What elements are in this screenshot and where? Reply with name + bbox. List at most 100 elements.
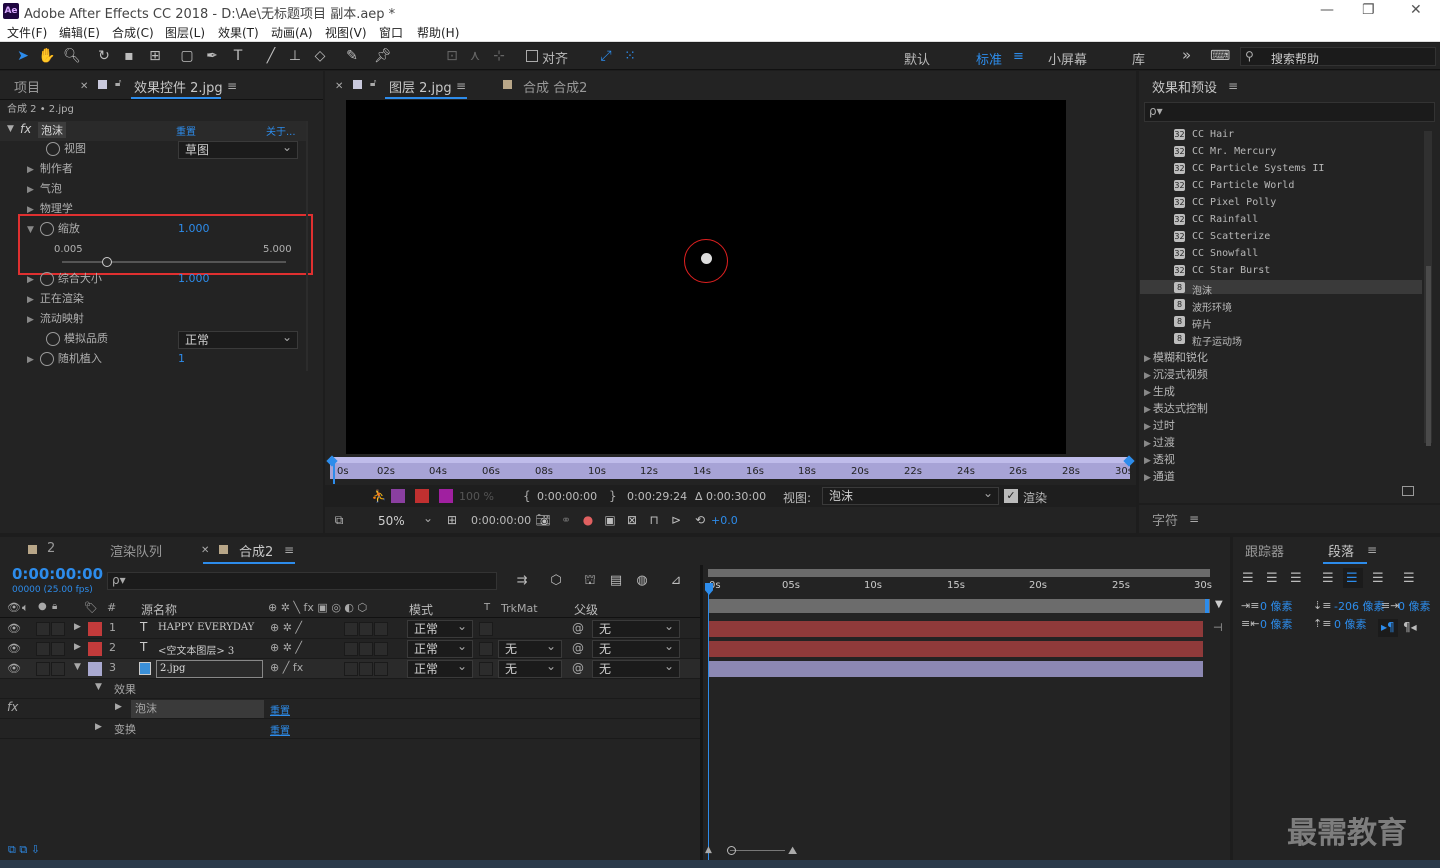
effect-name[interactable]: 泡沫	[38, 122, 66, 138]
solo-box[interactable]	[36, 662, 50, 676]
layer-switches[interactable]: ⊕ ✲ ╱	[270, 641, 302, 654]
stopwatch-icon[interactable]	[39, 352, 54, 366]
space-after-value[interactable]: 0 像素	[1334, 616, 1367, 632]
close-button[interactable]: ✕	[1410, 2, 1422, 18]
collapse-triangle-icon[interactable]: ▼	[74, 662, 81, 672]
playhead-line[interactable]	[708, 593, 709, 860]
preserve-transparency-box[interactable]	[479, 662, 493, 676]
expand-triangle-icon[interactable]: ▶	[74, 622, 81, 632]
solo-switch-icon[interactable]: ●	[38, 601, 47, 612]
transparency-toggle-icon[interactable]	[415, 489, 429, 503]
stopwatch-icon[interactable]	[46, 332, 60, 346]
preserve-transparency-box[interactable]	[479, 622, 493, 636]
menu-composition[interactable]: 合成(C)	[112, 24, 154, 41]
work-area-bar[interactable]	[330, 457, 1130, 463]
zoom-tool-icon[interactable]: 🔍︎	[63, 47, 81, 65]
view-dropdown[interactable]: 草图	[178, 139, 298, 159]
expand-triangle-icon[interactable]: ▶	[95, 722, 102, 732]
search-help-input[interactable]: ⚲ 搜索帮助	[1240, 47, 1436, 66]
snap-icon[interactable]: ⤢	[597, 47, 615, 65]
character-title[interactable]: 字符	[1152, 510, 1178, 529]
comp-mini-flowchart-icon[interactable]: ⇉	[513, 572, 531, 590]
switches-icons[interactable]: ⊕ ✲ ╲ fx ▣ ◎ ◐ ⬡	[268, 601, 367, 614]
viewer-canvas[interactable]	[346, 100, 1066, 454]
menu-view[interactable]: 视图(V)	[325, 24, 367, 41]
tab-layer[interactable]: 图层 2.jpg	[389, 77, 452, 96]
sync-settings-icon[interactable]: ⌨	[1210, 47, 1230, 65]
timeline-zoom-thumb[interactable]	[727, 846, 736, 855]
transform-reset-link[interactable]: 重置	[270, 722, 290, 737]
timeline-splitter[interactable]	[700, 565, 703, 860]
menu-edit[interactable]: 编辑(E)	[59, 24, 100, 41]
snapshot-icon[interactable]: 📷︎	[534, 511, 552, 529]
first-line-value[interactable]: 0 像素	[1398, 598, 1431, 614]
view-select[interactable]: 泡沫	[822, 485, 999, 505]
layer-1-bar[interactable]	[708, 621, 1203, 637]
effect-category[interactable]: ▶ 通道	[1144, 468, 1175, 484]
tab-tracker[interactable]: 跟踪器	[1245, 541, 1284, 560]
layer-mode-dropdown[interactable]: 正常	[407, 618, 473, 638]
layer-3-bar[interactable]	[708, 661, 1203, 677]
effect-item[interactable]: CC Star Burst	[1192, 265, 1270, 276]
layer-name[interactable]: <空文本图层> 3	[158, 642, 234, 657]
time-out[interactable]: 0:00:29:24	[627, 490, 687, 503]
pan-behind-icon[interactable]: ⊞	[146, 47, 164, 65]
align-checkbox[interactable]	[526, 50, 538, 62]
tab-effect-controls[interactable]: 效果控件 2.jpg	[134, 77, 223, 96]
out-bracket-icon[interactable]: }	[609, 489, 617, 503]
space-before-value[interactable]: -206 像素	[1334, 598, 1384, 614]
stopwatch-icon[interactable]	[39, 272, 54, 286]
panel-menu-icon[interactable]: ≡	[1189, 512, 1199, 526]
pick-whip-icon[interactable]: @	[572, 621, 584, 635]
restore-button[interactable]: ❐	[1362, 2, 1375, 18]
timeline-ruler[interactable]: 0s 05s 10s 15s 20s 25s 30s	[708, 579, 1212, 597]
timeline-zoom-slider[interactable]	[730, 850, 785, 851]
menu-effect[interactable]: 效果(T)	[218, 24, 259, 41]
layer-2-bar[interactable]	[708, 641, 1203, 657]
prop-bubbles[interactable]: ▶ 气泡	[27, 180, 62, 198]
menu-window[interactable]: 窗口	[379, 24, 403, 41]
local-axis-icon[interactable]: ⊡	[443, 47, 461, 65]
foam-effect-row[interactable]: fx ▶ 泡沫 重置	[0, 699, 700, 719]
tab-render-queue[interactable]: 渲染队列	[110, 541, 162, 560]
scrollbar[interactable]	[306, 121, 308, 371]
graph-editor-icon[interactable]: ⊿	[667, 572, 685, 590]
effect-item[interactable]: CC Pixel Polly	[1192, 197, 1276, 208]
effect-about-link[interactable]: 关于...	[266, 123, 296, 138]
lock-switch-icon[interactable]: 🔒︎	[52, 601, 57, 612]
switch-box[interactable]	[359, 622, 373, 636]
expand-triangle-icon[interactable]: ▶	[1144, 456, 1151, 466]
expand-triangle-icon[interactable]: ▶	[27, 165, 34, 175]
prop-random-seed[interactable]: ▶ 随机植入	[27, 350, 102, 368]
layer-parent-dropdown[interactable]: 无	[592, 658, 680, 678]
menu-layer[interactable]: 图层(L)	[165, 24, 205, 41]
effect-category[interactable]: ▶ 表达式控制	[1144, 400, 1208, 416]
effect-item[interactable]: CC Hair	[1192, 129, 1234, 140]
magnification-icon[interactable]: ⧉	[330, 511, 348, 529]
in-bracket-icon[interactable]: {	[523, 489, 531, 503]
layer-mode-dropdown[interactable]: 正常	[407, 658, 473, 678]
workspace-standard[interactable]: 标准	[976, 49, 1002, 68]
type-tool-icon[interactable]: T	[229, 47, 247, 65]
effects-search-input[interactable]: ρ▾	[1144, 102, 1435, 122]
effect-reset-link[interactable]: 重置	[176, 123, 196, 138]
menu-animation[interactable]: 动画(A)	[271, 24, 313, 41]
close-tab-icon[interactable]: ✕	[80, 81, 88, 92]
tab-comp-2[interactable]: 2	[47, 541, 55, 556]
layer-parent-dropdown[interactable]: 无	[592, 618, 680, 638]
motion-blur-icon[interactable]: ◍	[633, 572, 651, 590]
expand-triangle-icon[interactable]: ▶	[1144, 388, 1151, 398]
workspace-menu-icon[interactable]: ≡	[1013, 49, 1024, 64]
video-switch-icon[interactable]: 👁︎	[7, 601, 21, 614]
color-swatch-icon[interactable]	[439, 489, 453, 503]
sim-quality-dropdown[interactable]: 正常	[178, 329, 298, 349]
expand-triangle-icon[interactable]: ▶	[27, 355, 34, 365]
effect-header-row[interactable]: ▼ fx 泡沫 重置 关于...	[0, 121, 306, 141]
effect-item[interactable]: CC Snowfall	[1192, 248, 1258, 259]
switch-box[interactable]	[359, 662, 373, 676]
expand-triangle-icon[interactable]: ▶	[1144, 422, 1151, 432]
comp-marker-icon[interactable]: ▼	[1215, 599, 1223, 610]
layer-mode-dropdown[interactable]: 正常	[407, 638, 473, 658]
justify-right-icon[interactable]: ☰	[1372, 571, 1384, 586]
switch-box[interactable]	[374, 662, 388, 676]
